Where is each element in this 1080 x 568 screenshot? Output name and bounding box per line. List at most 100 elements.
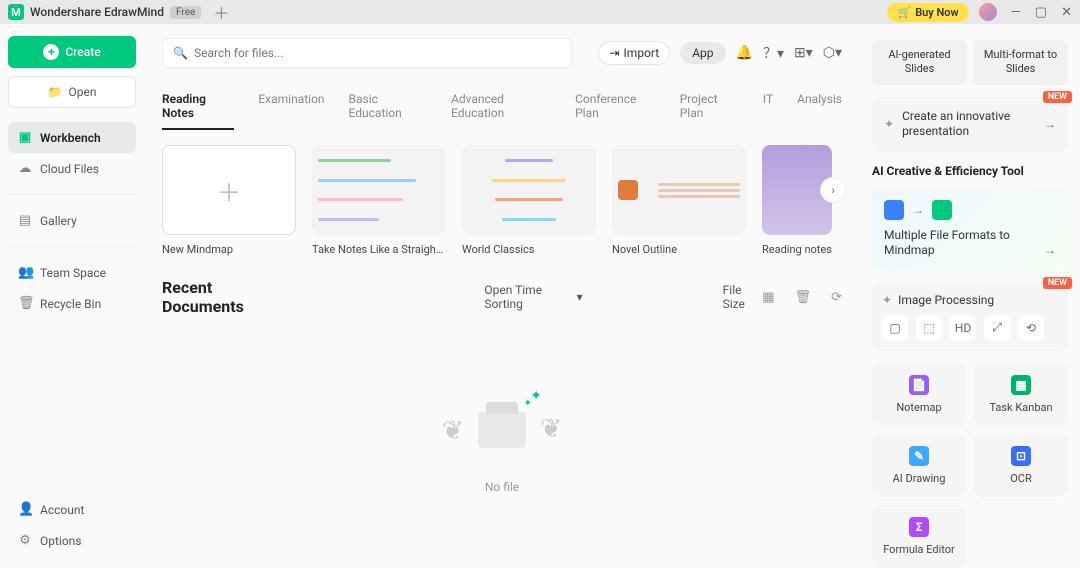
sidebar-item-label: Options xyxy=(40,534,82,548)
titlebar: M Wondershare EdrawMind Free ＋ 🛒 Buy Now… xyxy=(0,0,1080,24)
grid-view-icon[interactable]: ▦ xyxy=(762,290,774,305)
template-card[interactable]: Novel Outline xyxy=(612,145,746,256)
app-logo: M xyxy=(8,4,24,20)
empty-state: ❦ ❦ ✦ ✦ No file xyxy=(162,316,842,554)
tab-conference-plan[interactable]: Conference Plan xyxy=(575,92,656,130)
template-card[interactable]: World Classics xyxy=(462,145,596,256)
help-icon[interactable]: ？▾ xyxy=(763,43,784,63)
ai-generated-slides-button[interactable]: AI-generated Slides xyxy=(872,40,967,85)
image-processing-label: Image Processing xyxy=(898,293,994,307)
card-text: Create an innovative presentation xyxy=(902,109,1036,140)
delete-icon[interactable]: 🗑 xyxy=(795,290,812,305)
refresh-icon[interactable]: ⟳ xyxy=(831,290,842,305)
template-new-mindmap[interactable]: ＋ New Mindmap xyxy=(162,145,296,256)
sidebar-item-account[interactable]: 👤 Account xyxy=(8,494,136,525)
notemap-icon: 📄 xyxy=(909,375,929,395)
ip-tool-5[interactable]: ⟲ xyxy=(1018,315,1044,341)
main-content: 🔍 ⇥ Import App 🔔 ？▾ ⊞▾ ⬡▾ Reading Notes … xyxy=(144,24,860,568)
new-tab-button[interactable]: ＋ xyxy=(213,0,229,24)
sidebar-item-team-space[interactable]: 👥 Team Space xyxy=(8,257,136,288)
templates-scroll-right[interactable]: › xyxy=(820,177,846,203)
sidebar-item-label: Workbench xyxy=(40,131,101,145)
search-box[interactable]: 🔍 xyxy=(162,38,572,68)
minimize-button[interactable]: — xyxy=(1011,5,1021,20)
plus-icon: ＋ xyxy=(217,173,241,208)
file-formats-card[interactable]: → Multiple File Formats to Mindmap → xyxy=(872,188,1068,271)
tool-ai-drawing[interactable]: ✎ AI Drawing xyxy=(872,434,966,497)
ip-tool-3[interactable]: HD xyxy=(950,315,976,341)
tag-icon[interactable]: ⬡▾ xyxy=(823,45,842,61)
user-avatar[interactable] xyxy=(979,3,997,21)
tab-examination[interactable]: Examination xyxy=(258,92,324,130)
empty-illustration: ❦ ❦ ✦ ✦ xyxy=(442,376,562,466)
tool-ocr[interactable]: ⊡ OCR xyxy=(974,434,1068,497)
sort-dropdown[interactable]: Open Time Sorting ▾ xyxy=(484,283,582,311)
tab-advanced-education[interactable]: Advanced Education xyxy=(451,92,551,130)
search-input[interactable] xyxy=(194,46,561,60)
sidebar-item-workbench[interactable]: ▣ Workbench xyxy=(8,122,136,153)
ip-tool-4[interactable]: ⤢ xyxy=(984,315,1010,341)
close-button[interactable]: ✕ xyxy=(1061,5,1072,20)
buy-now-label: Buy Now xyxy=(915,6,958,19)
plus-icon: + xyxy=(43,44,59,60)
trash-icon: 🗑 xyxy=(18,296,32,311)
tool-task-kanban[interactable]: ▦ Task Kanban xyxy=(974,363,1068,426)
template-card[interactable]: Take Notes Like a Straight-... xyxy=(312,145,446,256)
template-card[interactable]: Reading notes xyxy=(762,145,832,256)
sidebar-item-gallery[interactable]: ▤ Gallery xyxy=(8,205,136,236)
tool-label: OCR xyxy=(1010,472,1032,485)
tool-notemap[interactable]: 📄 Notemap xyxy=(872,363,966,426)
tab-basic-education[interactable]: Basic Education xyxy=(349,92,428,130)
search-icon: 🔍 xyxy=(173,46,188,60)
recent-title: Recent Documents xyxy=(162,278,284,316)
create-presentation-card[interactable]: ✦ Create an innovative presentation → NE… xyxy=(872,97,1068,152)
arrow-right-icon: → xyxy=(1044,243,1056,257)
tab-project-plan[interactable]: Project Plan xyxy=(680,92,739,130)
tab-it[interactable]: IT xyxy=(763,92,773,130)
gallery-icon: ▤ xyxy=(18,213,32,228)
empty-text: No file xyxy=(485,480,519,494)
sidebar-item-options[interactable]: ⚙ Options xyxy=(8,525,136,556)
chevron-down-icon: ▾ xyxy=(577,290,583,304)
sidebar: + Create 📁 Open ▣ Workbench ☁ Cloud File… xyxy=(0,24,144,568)
sidebar-item-recycle-bin[interactable]: 🗑 Recycle Bin xyxy=(8,288,136,319)
cart-icon: 🛒 xyxy=(897,6,911,19)
new-badge: NEW xyxy=(1043,277,1072,289)
card-text: Multiple File Formats to Mindmap xyxy=(884,228,1056,259)
arrow-right-icon: → xyxy=(912,203,924,217)
templates-row: ＋ New Mindmap Take Notes Like a Straight… xyxy=(162,145,842,256)
image-processing-card: NEW ✦ Image Processing ▢ ⬚ HD ⤢ ⟲ xyxy=(872,283,1068,351)
buy-now-button[interactable]: 🛒 Buy Now xyxy=(887,3,968,22)
tab-reading-notes[interactable]: Reading Notes xyxy=(162,92,234,130)
sidebar-item-label: Account xyxy=(40,503,84,517)
tool-label: Notemap xyxy=(896,401,941,414)
tab-analysis[interactable]: Analysis xyxy=(797,92,842,130)
import-button[interactable]: ⇥ Import xyxy=(598,41,670,65)
cloud-icon: ☁ xyxy=(18,161,32,176)
tool-label: Formula Editor xyxy=(883,543,955,556)
sidebar-item-cloud-files[interactable]: ☁ Cloud Files xyxy=(8,153,136,184)
maximize-button[interactable]: ▢ xyxy=(1035,5,1047,20)
team-icon: 👥 xyxy=(18,265,32,280)
gear-icon: ⚙ xyxy=(18,533,32,548)
app-button[interactable]: App xyxy=(680,42,725,64)
sparkle-icon: ✦ xyxy=(884,117,894,131)
arrow-right-icon: → xyxy=(1044,117,1056,131)
tool-label: Task Kanban xyxy=(989,401,1052,414)
open-button[interactable]: 📁 Open xyxy=(8,76,136,108)
drawing-icon: ✎ xyxy=(909,446,929,466)
tool-formula-editor[interactable]: Σ Formula Editor xyxy=(872,505,966,568)
filesize-column[interactable]: File Size xyxy=(723,283,763,311)
create-button[interactable]: + Create xyxy=(8,36,136,68)
open-label: Open xyxy=(68,85,96,99)
app-title: Wondershare EdrawMind xyxy=(30,5,164,19)
tool-label: AI Drawing xyxy=(893,472,946,485)
sidebar-item-label: Recycle Bin xyxy=(40,297,101,311)
template-label: Novel Outline xyxy=(612,243,746,256)
ip-tool-1[interactable]: ▢ xyxy=(882,315,908,341)
grid-icon[interactable]: ⊞▾ xyxy=(794,45,813,61)
create-label: Create xyxy=(65,45,100,59)
multi-format-slides-button[interactable]: Multi-format to Slides xyxy=(973,40,1068,85)
bell-icon[interactable]: 🔔 xyxy=(736,45,753,61)
ip-tool-2[interactable]: ⬚ xyxy=(916,315,942,341)
